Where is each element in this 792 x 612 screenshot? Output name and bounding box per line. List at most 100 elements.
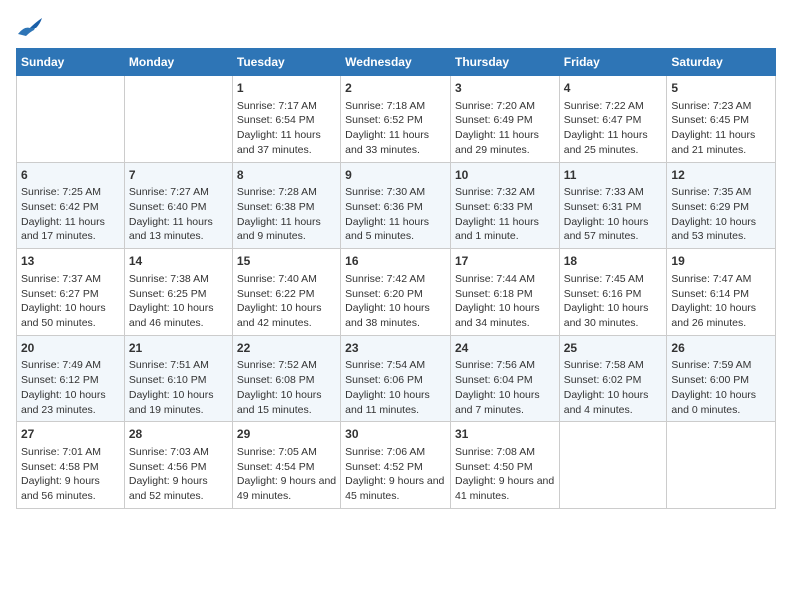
day-info: Sunrise: 7:33 AM Sunset: 6:31 PM Dayligh…: [564, 185, 663, 244]
day-number: 26: [671, 340, 771, 357]
day-info: Sunrise: 7:56 AM Sunset: 6:04 PM Dayligh…: [455, 358, 555, 417]
day-cell: 6Sunrise: 7:25 AM Sunset: 6:42 PM Daylig…: [17, 162, 125, 249]
day-cell: 29 Sunrise: 7:05 AM Sunset: 4:54 PM Dayli…: [232, 422, 340, 509]
day-number: 1: [237, 80, 336, 97]
day-number: 2: [345, 80, 446, 97]
day-cell: 5Sunrise: 7:23 AM Sunset: 6:45 PM Daylig…: [667, 76, 776, 163]
day-number: 19: [671, 253, 771, 270]
day-cell: 28 Sunrise: 7:03 AM Sunset: 4:56 PM Dayli…: [124, 422, 232, 509]
day-info: Sunrise: 7:52 AM Sunset: 6:08 PM Dayligh…: [237, 358, 336, 417]
day-number: 3: [455, 80, 555, 97]
day-cell: 27Sunrise: 7:01 AM Sunset: 4:58 PM Dayli…: [17, 422, 125, 509]
day-cell: 12Sunrise: 7:35 AM Sunset: 6:29 PM Dayli…: [667, 162, 776, 249]
day-number: 30: [345, 426, 446, 443]
day-number: 23: [345, 340, 446, 357]
day-number: 14: [129, 253, 228, 270]
day-cell: [17, 76, 125, 163]
day-cell: 23Sunrise: 7:54 AM Sunset: 6:06 PM Dayli…: [341, 335, 451, 422]
day-number: 24: [455, 340, 555, 357]
day-info: Sunrise: 7:54 AM Sunset: 6:06 PM Dayligh…: [345, 358, 446, 417]
page-header: [16, 16, 776, 40]
header-cell-tuesday: Tuesday: [232, 49, 340, 76]
day-cell: 13 Sunrise: 7:37 AM Sunset: 6:27 PM Dayli…: [17, 249, 125, 336]
day-info: Sunrise: 7:42 AM Sunset: 6:20 PM Dayligh…: [345, 272, 446, 331]
day-cell: 7Sunrise: 7:27 AM Sunset: 6:40 PM Daylig…: [124, 162, 232, 249]
day-info: Sunrise: 7:40 AM Sunset: 6:22 PM Dayligh…: [237, 272, 336, 331]
day-cell: 30 Sunrise: 7:06 AM Sunset: 4:52 PM Dayli…: [341, 422, 451, 509]
day-info: Sunrise: 7:44 AM Sunset: 6:18 PM Dayligh…: [455, 272, 555, 331]
day-number: 9: [345, 167, 446, 184]
day-info: Sunrise: 7:25 AM Sunset: 6:42 PM Dayligh…: [21, 185, 120, 244]
day-cell: [667, 422, 776, 509]
day-info: Sunrise: 7:30 AM Sunset: 6:36 PM Dayligh…: [345, 185, 446, 244]
day-info: Sunrise: 7:59 AM Sunset: 6:00 PM Dayligh…: [671, 358, 771, 417]
day-cell: 26Sunrise: 7:59 AM Sunset: 6:00 PM Dayli…: [667, 335, 776, 422]
day-info: Sunrise: 7:37 AM Sunset: 6:27 PM Dayligh…: [21, 272, 120, 331]
calendar-table: SundayMondayTuesdayWednesdayThursdayFrid…: [16, 48, 776, 509]
day-cell: [124, 76, 232, 163]
day-info: Sunrise: 7:20 AM Sunset: 6:49 PM Dayligh…: [455, 99, 555, 158]
day-info: Sunrise: 7:32 AM Sunset: 6:33 PM Dayligh…: [455, 185, 555, 244]
day-cell: 2 Sunrise: 7:18 AM Sunset: 6:52 PM Daylig…: [341, 76, 451, 163]
day-cell: 18Sunrise: 7:45 AM Sunset: 6:16 PM Dayli…: [559, 249, 667, 336]
day-number: 25: [564, 340, 663, 357]
header-cell-sunday: Sunday: [17, 49, 125, 76]
day-cell: 24Sunrise: 7:56 AM Sunset: 6:04 PM Dayli…: [450, 335, 559, 422]
day-info: Sunrise: 7:06 AM Sunset: 4:52 PM Dayligh…: [345, 445, 446, 504]
day-info: Sunrise: 7:03 AM Sunset: 4:56 PM Dayligh…: [129, 445, 228, 504]
day-cell: 14 Sunrise: 7:38 AM Sunset: 6:25 PM Dayli…: [124, 249, 232, 336]
day-cell: 3 Sunrise: 7:20 AM Sunset: 6:49 PM Daylig…: [450, 76, 559, 163]
header-cell-monday: Monday: [124, 49, 232, 76]
day-number: 18: [564, 253, 663, 270]
day-number: 4: [564, 80, 663, 97]
day-cell: 11Sunrise: 7:33 AM Sunset: 6:31 PM Dayli…: [559, 162, 667, 249]
day-number: 8: [237, 167, 336, 184]
day-info: Sunrise: 7:01 AM Sunset: 4:58 PM Dayligh…: [21, 445, 120, 504]
day-cell: 8Sunrise: 7:28 AM Sunset: 6:38 PM Daylig…: [232, 162, 340, 249]
day-cell: [559, 422, 667, 509]
week-row-4: 20Sunrise: 7:49 AM Sunset: 6:12 PM Dayli…: [17, 335, 776, 422]
day-number: 11: [564, 167, 663, 184]
day-info: Sunrise: 7:35 AM Sunset: 6:29 PM Dayligh…: [671, 185, 771, 244]
day-cell: 15 Sunrise: 7:40 AM Sunset: 6:22 PM Dayli…: [232, 249, 340, 336]
day-number: 6: [21, 167, 120, 184]
week-row-5: 27Sunrise: 7:01 AM Sunset: 4:58 PM Dayli…: [17, 422, 776, 509]
week-row-2: 6Sunrise: 7:25 AM Sunset: 6:42 PM Daylig…: [17, 162, 776, 249]
day-cell: 25Sunrise: 7:58 AM Sunset: 6:02 PM Dayli…: [559, 335, 667, 422]
day-cell: 19Sunrise: 7:47 AM Sunset: 6:14 PM Dayli…: [667, 249, 776, 336]
day-number: 21: [129, 340, 228, 357]
day-number: 29: [237, 426, 336, 443]
day-number: 10: [455, 167, 555, 184]
header-row: SundayMondayTuesdayWednesdayThursdayFrid…: [17, 49, 776, 76]
day-info: Sunrise: 7:51 AM Sunset: 6:10 PM Dayligh…: [129, 358, 228, 417]
header-cell-saturday: Saturday: [667, 49, 776, 76]
header-cell-friday: Friday: [559, 49, 667, 76]
day-number: 13: [21, 253, 120, 270]
day-cell: 20Sunrise: 7:49 AM Sunset: 6:12 PM Dayli…: [17, 335, 125, 422]
day-number: 5: [671, 80, 771, 97]
week-row-3: 13 Sunrise: 7:37 AM Sunset: 6:27 PM Dayli…: [17, 249, 776, 336]
day-info: Sunrise: 7:28 AM Sunset: 6:38 PM Dayligh…: [237, 185, 336, 244]
day-cell: 21Sunrise: 7:51 AM Sunset: 6:10 PM Dayli…: [124, 335, 232, 422]
day-cell: 1Sunrise: 7:17 AM Sunset: 6:54 PM Daylig…: [232, 76, 340, 163]
header-cell-thursday: Thursday: [450, 49, 559, 76]
logo: [16, 16, 48, 40]
logo-bird-icon: [16, 16, 44, 40]
day-info: Sunrise: 7:18 AM Sunset: 6:52 PM Dayligh…: [345, 99, 446, 158]
day-number: 20: [21, 340, 120, 357]
day-info: Sunrise: 7:58 AM Sunset: 6:02 PM Dayligh…: [564, 358, 663, 417]
day-cell: 17 Sunrise: 7:44 AM Sunset: 6:18 PM Dayli…: [450, 249, 559, 336]
day-number: 12: [671, 167, 771, 184]
day-cell: 9Sunrise: 7:30 AM Sunset: 6:36 PM Daylig…: [341, 162, 451, 249]
day-cell: 31 Sunrise: 7:08 AM Sunset: 4:50 PM Dayli…: [450, 422, 559, 509]
day-number: 31: [455, 426, 555, 443]
day-number: 17: [455, 253, 555, 270]
day-number: 28: [129, 426, 228, 443]
day-number: 7: [129, 167, 228, 184]
day-info: Sunrise: 7:22 AM Sunset: 6:47 PM Dayligh…: [564, 99, 663, 158]
day-info: Sunrise: 7:27 AM Sunset: 6:40 PM Dayligh…: [129, 185, 228, 244]
day-info: Sunrise: 7:05 AM Sunset: 4:54 PM Dayligh…: [237, 445, 336, 504]
day-info: Sunrise: 7:38 AM Sunset: 6:25 PM Dayligh…: [129, 272, 228, 331]
day-number: 15: [237, 253, 336, 270]
day-info: Sunrise: 7:08 AM Sunset: 4:50 PM Dayligh…: [455, 445, 555, 504]
